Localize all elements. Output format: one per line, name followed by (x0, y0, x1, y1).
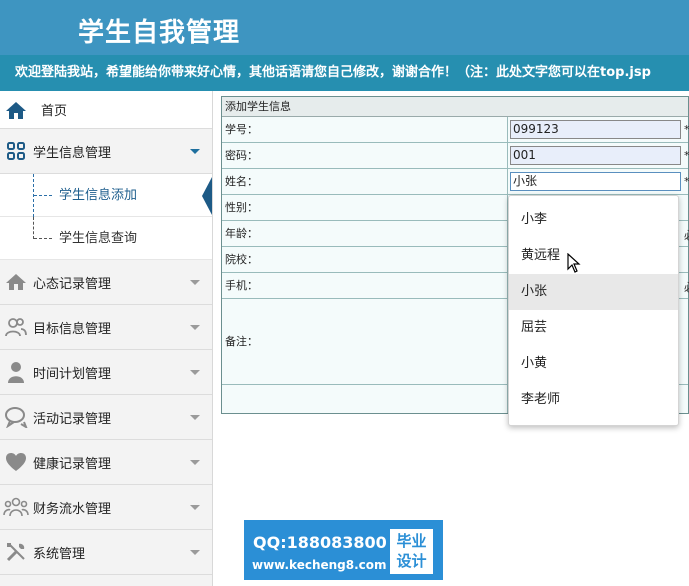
home-icon (0, 94, 32, 126)
sidebar-item-label: 目标信息管理 (33, 321, 112, 337)
chevron-down-icon (190, 280, 200, 285)
sidebar-item-time-plan[interactable]: 时间计划管理 (0, 350, 212, 395)
sidebar-item-finance[interactable]: 财务流水管理 (0, 485, 212, 530)
form-row-password: 密码： 001 * (222, 143, 689, 169)
field-label: 姓名： (225, 175, 258, 188)
submenu-student-info: 学生信息添加 学生信息查询 (0, 174, 212, 260)
required-hint: 必 (684, 279, 689, 295)
form-caption: 添加学生信息 (222, 97, 688, 117)
required-mark: * (684, 149, 689, 162)
sidebar-item-mood[interactable]: 心态记录管理 (0, 260, 212, 305)
student-id-input[interactable]: 099123 (510, 120, 681, 139)
grid-icon (0, 135, 32, 167)
field-cell: 小张 * (507, 169, 689, 195)
watermark-badge: 毕业 设计 (390, 529, 433, 574)
users-icon (0, 311, 32, 343)
chevron-down-icon (190, 325, 200, 330)
sidebar-item-label: 心态记录管理 (33, 276, 112, 292)
password-input[interactable]: 001 (510, 146, 681, 165)
chat-icon (0, 401, 32, 433)
watermark-banner: QQ:188083800 www.kecheng8.com 毕业 设计 (244, 520, 443, 580)
form-row-student-id: 学号： 099123 * (222, 117, 689, 143)
sidebar-item-label: 财务流水管理 (33, 501, 112, 517)
field-label: 性别： (225, 201, 258, 214)
welcome-marquee: 欢迎登陆我站，希望能给你带来好心情，其他话语请您自己修改，谢谢合作！（注：此处文… (0, 55, 689, 91)
dropdown-option[interactable]: 屈芸 (509, 310, 678, 346)
required-hint: 必 (684, 227, 689, 243)
field-cell: 001 * (507, 143, 689, 169)
chevron-down-icon (190, 149, 200, 154)
sidebar-item-activity[interactable]: 活动记录管理 (0, 395, 212, 440)
sidebar-item-label: 健康记录管理 (33, 456, 112, 472)
field-label: 密码： (225, 149, 258, 162)
dropdown-option[interactable]: 李老师 (509, 382, 678, 418)
submenu-item-label: 学生信息查询 (59, 231, 138, 246)
watermark-url: www.kecheng8.com (252, 558, 387, 572)
app-header: 学生自我管理 (0, 0, 689, 55)
name-input[interactable]: 小张 (510, 172, 681, 191)
field-label: 年龄： (225, 227, 258, 240)
chevron-down-icon (190, 460, 200, 465)
sidebar-item-label: 时间计划管理 (33, 366, 112, 382)
heart-icon (0, 446, 32, 478)
dropdown-option[interactable]: 小黄 (509, 346, 678, 382)
field-label: 手机： (225, 279, 258, 292)
submenu-item-label: 学生信息添加 (59, 188, 138, 203)
field-cell: 099123 * (507, 117, 689, 143)
field-label: 院校： (225, 253, 258, 266)
chevron-down-icon (190, 505, 200, 510)
chevron-down-icon (190, 370, 200, 375)
sidebar-item-label: 首页 (41, 104, 68, 119)
sidebar-item-system[interactable]: 系统管理 (0, 530, 212, 575)
app-title: 学生自我管理 (78, 18, 241, 48)
dropdown-option-hovered[interactable]: 小张 (509, 274, 678, 310)
sidebar-item-label: 学生信息管理 (33, 145, 112, 161)
sidebar-item-label: 系统管理 (33, 546, 86, 562)
submenu-item-student-query[interactable]: 学生信息查询 (0, 217, 212, 260)
required-mark: * (684, 175, 689, 188)
field-label: 学号： (225, 123, 258, 136)
sidebar-item-home[interactable]: 首页 (0, 91, 212, 129)
submenu-item-student-add[interactable]: 学生信息添加 (0, 174, 212, 217)
sidebar: 首页 学生信息管理 学生信息添加 学生信息查询 心态记录管理 目标信息管理 时间… (0, 91, 213, 586)
person-icon (0, 356, 32, 388)
chevron-down-icon (190, 550, 200, 555)
name-autocomplete-dropdown: 小李 黄远程 小张 屈芸 小黄 李老师 (508, 195, 679, 426)
tree-dash (34, 238, 52, 239)
tree-dash (34, 195, 52, 196)
required-mark: * (684, 123, 689, 136)
watermark-badge-line1: 毕业 (396, 532, 427, 550)
sidebar-item-health[interactable]: 健康记录管理 (0, 440, 212, 485)
watermark-qq: QQ:188083800 (253, 533, 387, 552)
sidebar-item-student-info[interactable]: 学生信息管理 (0, 129, 212, 174)
chevron-down-icon (190, 415, 200, 420)
form-row-name: 姓名： 小张 * (222, 169, 689, 195)
sidebar-item-goal[interactable]: 目标信息管理 (0, 305, 212, 350)
mouse-cursor-icon (567, 252, 581, 276)
group-icon (0, 491, 32, 523)
field-label: 备注： (225, 335, 258, 348)
dropdown-option[interactable]: 黄远程 (509, 238, 678, 274)
active-pointer-icon (202, 177, 212, 215)
watermark-badge-line2: 设计 (396, 552, 427, 570)
dropdown-option[interactable]: 小李 (509, 202, 678, 238)
tree-line (33, 217, 34, 239)
sidebar-item-label: 活动记录管理 (33, 411, 112, 427)
tools-icon (0, 536, 32, 568)
house-icon (0, 266, 32, 298)
